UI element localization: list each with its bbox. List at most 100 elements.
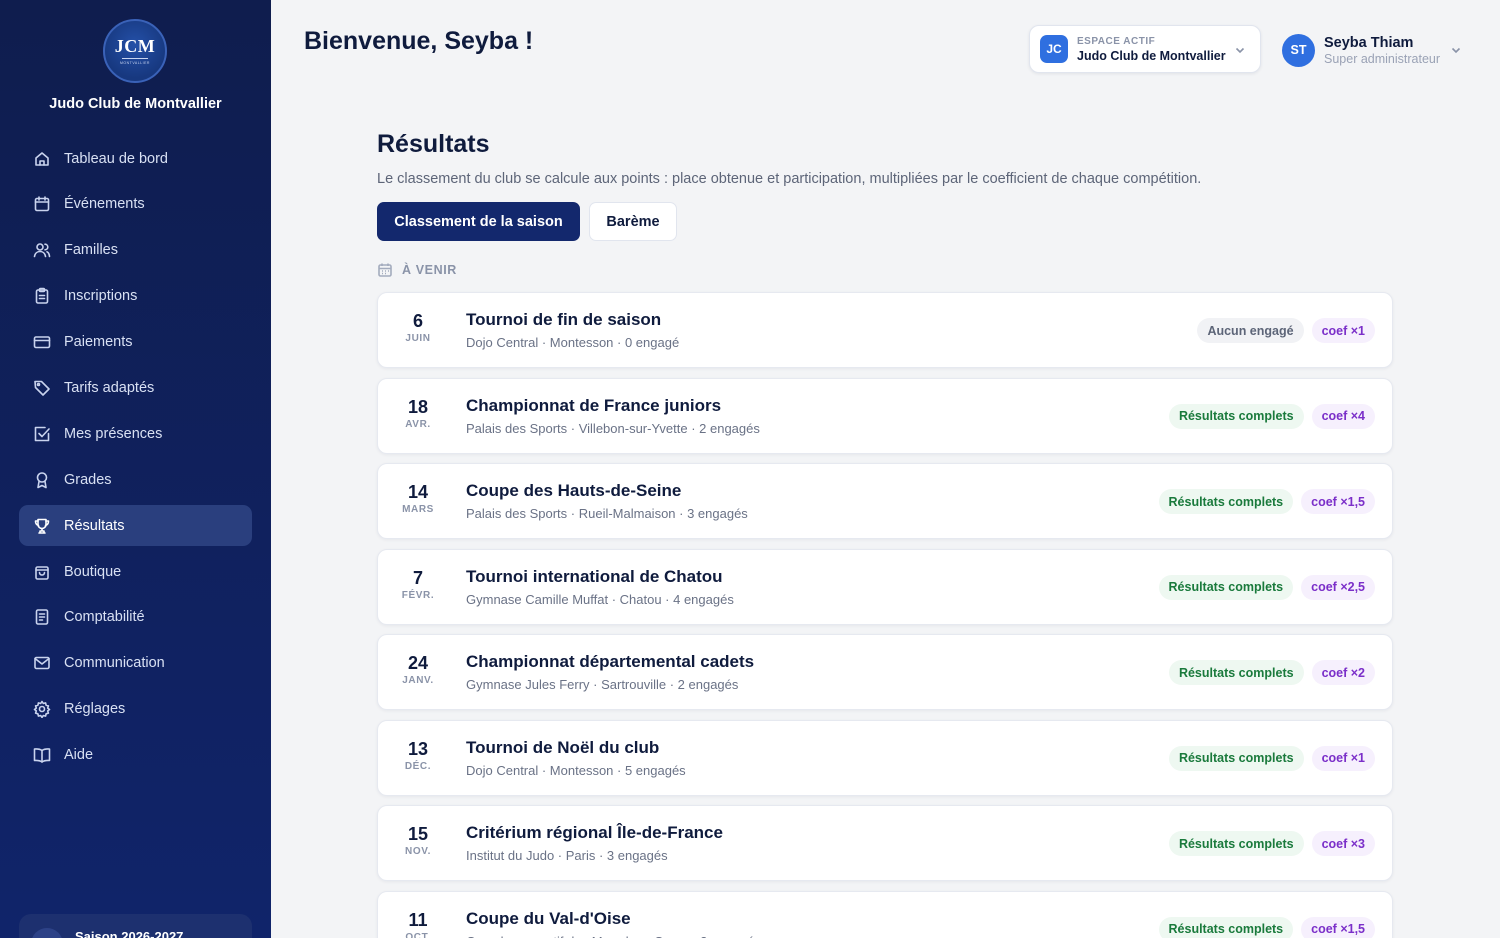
sidebar-item-mes-presences[interactable]: Mes présences	[19, 413, 252, 454]
mail-icon	[33, 654, 51, 672]
coef-badge: coef ×1	[1311, 745, 1375, 771]
event-date: 7 FÉVR.	[378, 568, 458, 601]
sidebar-item-label: Inscriptions	[64, 288, 138, 305]
coef-badge: coef ×1,5	[1301, 916, 1375, 938]
sidebar-item-label: Communication	[64, 655, 165, 672]
event-date: 15 NOV.	[378, 824, 458, 857]
event-day: 24	[407, 653, 429, 673]
active-space-switcher[interactable]: JC ESPACE ACTIF Judo Club de Montvallier	[1029, 25, 1261, 73]
space-badge: JC	[1040, 35, 1068, 63]
event-date: 13 DÉC.	[378, 739, 458, 772]
sidebar-club-name: Judo Club de Montvallier	[49, 96, 222, 112]
calendar-icon	[378, 263, 392, 277]
sidebar-item-label: Aide	[64, 747, 94, 764]
event-meta: Dojo Central · Montesson · 0 engagé	[466, 335, 680, 350]
users-icon	[33, 241, 51, 259]
status-badge: Résultats complets	[1168, 403, 1304, 429]
trophy-icon	[33, 517, 51, 535]
event-month: NOV.	[405, 846, 431, 857]
check-square-icon	[33, 425, 51, 443]
sidebar-item-label: Tarifs adaptés	[64, 379, 155, 396]
page-description: Le classement du club se calcule aux poi…	[377, 171, 1202, 187]
space-name: Judo Club de Montvallier	[1077, 48, 1226, 63]
sidebar-item-communication[interactable]: Communication	[19, 643, 252, 684]
event-badges: Résultats complets coef ×4	[1161, 403, 1375, 429]
welcome-heading: Bienvenue, Seyba !	[304, 27, 534, 55]
event-day: 7	[412, 567, 423, 588]
event-card[interactable]: 11OCT. Coupe du Val-d'Oise Complexe sporti…	[377, 890, 1393, 938]
event-title: Tournoi de Noël du club	[466, 737, 660, 757]
credit-card-icon	[33, 333, 51, 351]
tab-season-ranking[interactable]: Classement de la saison	[377, 202, 580, 241]
sidebar: JCM MONTVALLIER Judo Club de Montvallier…	[0, 0, 271, 938]
award-icon	[33, 471, 51, 489]
status-badge: Résultats complets	[1158, 574, 1294, 600]
sidebar-item-inscriptions[interactable]: Inscriptions	[19, 276, 252, 317]
event-card[interactable]: 13 DÉC. Tournoi de Noël du club Dojo Centra…	[377, 719, 1393, 796]
section-upcoming-label: À VENIR	[402, 263, 457, 277]
user-role: Super administrateur	[1324, 51, 1441, 66]
event-meta: Institut du Judo · Paris · 3 engagés	[466, 848, 668, 863]
logo-divider	[122, 58, 148, 59]
event-date: 6 JUIN	[378, 311, 458, 344]
user-name: Seyba Thiam	[1324, 34, 1414, 51]
book-icon	[33, 746, 51, 764]
event-month: JUIN	[405, 333, 431, 344]
event-month: MARS	[402, 504, 434, 515]
sidebar-item-aide[interactable]: Aide	[19, 735, 252, 776]
sidebar-item-label: Familles	[64, 242, 118, 259]
sidebar-item-label: Paiements	[64, 334, 133, 351]
sidebar-item-label: Mes présences	[64, 425, 163, 442]
sidebar-item-resultats[interactable]: Résultats	[19, 505, 252, 547]
sidebar-item-reglages[interactable]: Réglages	[19, 689, 252, 730]
status-badge: Résultats complets	[1158, 916, 1294, 938]
season-label: Saison 2026-2027	[75, 929, 184, 938]
sidebar-item-tarifs-adaptes[interactable]: Tarifs adaptés	[19, 367, 252, 408]
sidebar-item-comptabilite[interactable]: Comptabilité	[19, 597, 252, 638]
sidebar-item-boutique[interactable]: Boutique	[19, 551, 252, 592]
season-selector[interactable]: Saison 2026-2027	[19, 914, 252, 938]
event-title: Championnat de France juniors	[466, 395, 722, 415]
event-card[interactable]: 14 MARS Coupe des Hauts-de-Seine Palais des…	[377, 463, 1393, 539]
sidebar-item-grades[interactable]: Grades	[19, 459, 252, 500]
sidebar-item-tableau-de-bord[interactable]: Tableau de bord	[19, 138, 252, 179]
sidebar-item-paiements[interactable]: Paiements	[19, 322, 252, 363]
event-card[interactable]: 6 JUIN Tournoi de fin de saison Dojo Centra…	[377, 292, 1393, 368]
tab-scale[interactable]: Barème	[589, 202, 677, 241]
sidebar-item-evenements[interactable]: Événements	[19, 184, 252, 225]
events-list: 6 JUIN Tournoi de fin de saison Dojo Centra…	[377, 292, 1393, 938]
status-badge: Résultats complets	[1168, 660, 1304, 685]
tag-icon	[33, 379, 51, 397]
chevron-down-icon	[1234, 43, 1246, 55]
event-badges: Résultats complets coef ×3	[1161, 831, 1375, 856]
event-badges: Résultats complets coef ×2,5	[1151, 574, 1375, 600]
sidebar-item-label: Boutique	[64, 563, 122, 580]
sidebar-item-label: Comptabilité	[64, 609, 145, 626]
event-day: 18	[407, 396, 429, 417]
event-day: 11	[408, 909, 428, 930]
shopping-bag-icon	[33, 563, 51, 581]
logo-subtext: MONTVALLIER	[120, 61, 150, 65]
event-badges: Résultats complets coef ×1,5	[1151, 916, 1375, 938]
event-card[interactable]: 18 AVR. Championnat de France juniors Palai…	[377, 377, 1393, 454]
chevron-down-icon	[1450, 43, 1462, 55]
sidebar-nav: Tableau de bord Événements Familles Inscrip…	[19, 138, 252, 780]
event-meta: Dojo Central · Montesson · 5 engagés	[466, 762, 686, 778]
sidebar-item-label: Résultats	[64, 517, 125, 534]
sidebar-item-familles[interactable]: Familles	[19, 230, 252, 271]
status-badge: Résultats complets	[1168, 831, 1304, 856]
event-meta: Gymnase Camille Muffat · Chatou · 4 enga…	[466, 591, 734, 607]
event-meta: Complexe sportif des Maradas · Cergy · 2…	[466, 934, 761, 938]
event-card[interactable]: 15 NOV. Critérium régional Île-de-France In…	[377, 805, 1393, 881]
user-menu[interactable]: ST Seyba Thiam Super administrateur	[1282, 29, 1472, 71]
event-month: DÉC.	[404, 760, 432, 772]
event-title: Critérium régional Île-de-France	[466, 823, 723, 842]
event-card[interactable]: 7 FÉVR. Tournoi international de Chatou Gym…	[377, 548, 1393, 625]
event-badges: Résultats complets coef ×1	[1161, 745, 1375, 771]
status-badge: Résultats complets	[1158, 489, 1294, 514]
event-badges: Résultats complets coef ×1,5	[1151, 489, 1375, 514]
event-card[interactable]: 24 JANV. Championnat départemental cadets G…	[377, 634, 1393, 710]
season-icon	[31, 928, 63, 938]
club-logo[interactable]: JCM MONTVALLIER	[103, 19, 167, 83]
event-badges: Résultats complets coef ×2	[1161, 660, 1375, 685]
